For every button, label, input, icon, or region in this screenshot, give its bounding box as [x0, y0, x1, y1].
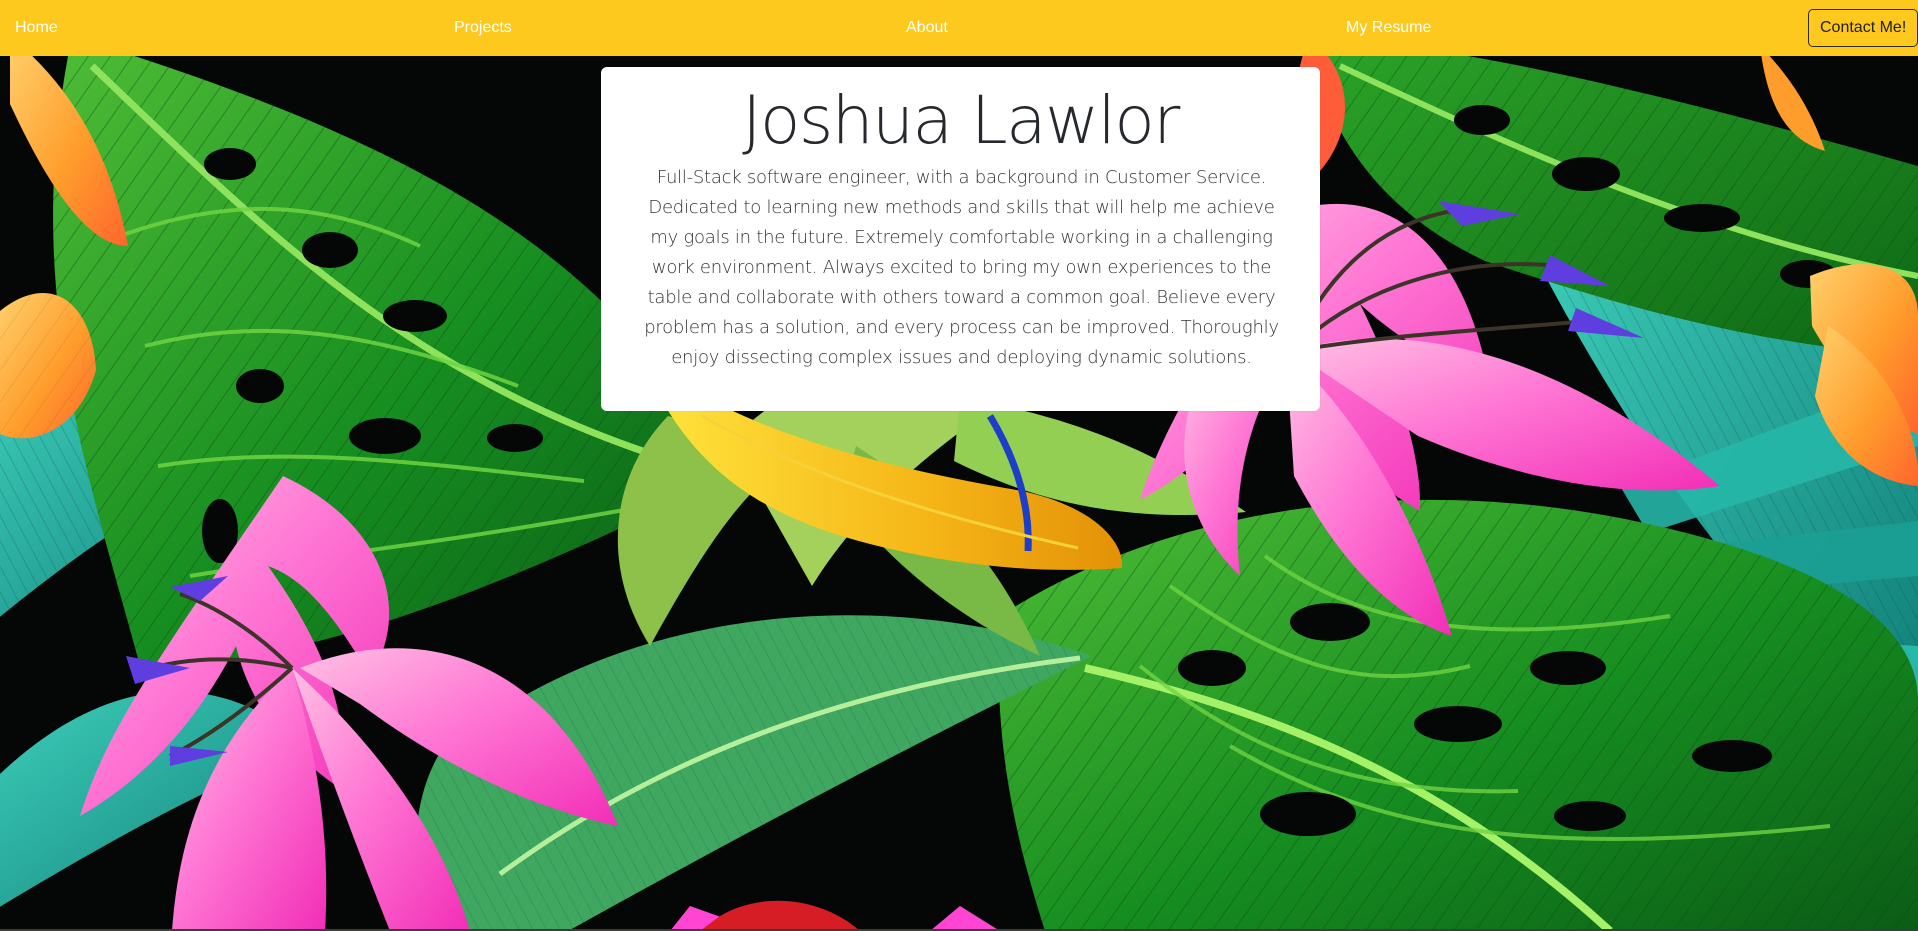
intro-card: Joshua Lawlor Full-Stack software engine… — [601, 67, 1320, 411]
top-navigation-bar: Home Projects About My Resume Contact Me… — [0, 0, 1918, 56]
nav-link-about[interactable]: About — [906, 19, 948, 37]
page-title: Joshua Lawlor — [742, 82, 1180, 159]
portfolio-page: Home Projects About My Resume Contact Me… — [0, 0, 1918, 931]
contact-me-button[interactable]: Contact Me! — [1808, 9, 1918, 47]
biography-text: Full-Stack software engineer, with a bac… — [644, 167, 1279, 368]
nav-link-projects[interactable]: Projects — [454, 19, 512, 37]
nav-link-resume[interactable]: My Resume — [1346, 19, 1431, 37]
nav-link-home[interactable]: Home — [15, 19, 58, 37]
